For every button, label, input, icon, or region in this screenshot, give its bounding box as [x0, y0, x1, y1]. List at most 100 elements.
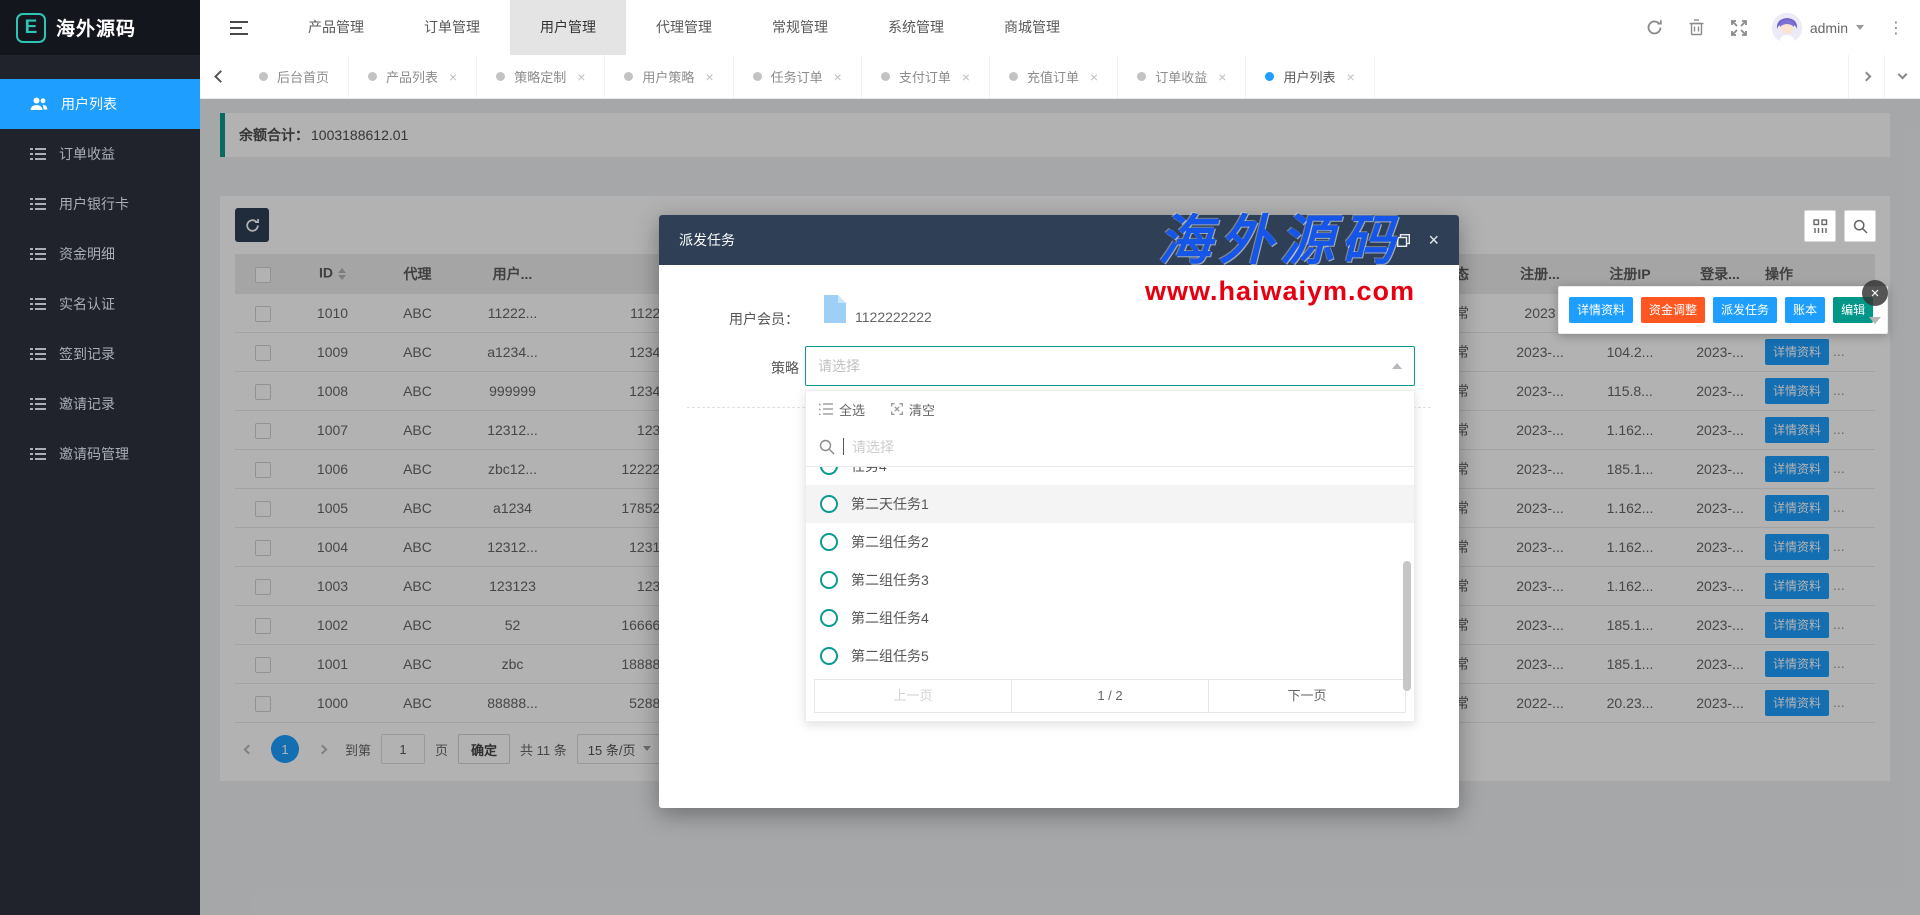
nav-item[interactable]: 商城管理 — [974, 0, 1090, 55]
sidebar-item[interactable]: 用户银行卡 — [0, 179, 200, 229]
tab-close-icon[interactable]: × — [449, 69, 457, 85]
app-logo: E 海外源码 — [0, 0, 200, 55]
radio-icon — [820, 533, 838, 551]
radio-icon — [820, 609, 838, 627]
dropdown-toolbar: 全选 清空 — [806, 391, 1414, 427]
chevron-down-icon — [1856, 25, 1864, 34]
tabs-menu-icon[interactable] — [1884, 55, 1920, 98]
dropdown-option[interactable]: 任务4 — [806, 467, 1414, 485]
tab-close-icon[interactable]: × — [1090, 69, 1098, 85]
member-label: 用户会员： — [714, 309, 799, 329]
trash-icon[interactable] — [1688, 19, 1706, 37]
sidebar-item-label: 用户列表 — [61, 94, 117, 114]
sidebar-item[interactable]: 订单收益 — [0, 129, 200, 179]
select-all-button[interactable]: 全选 — [819, 400, 865, 419]
sidebar-item[interactable]: 邀请码管理 — [0, 429, 200, 479]
tabs: 后台首页产品列表×策略定制×用户策略×任务订单×支付订单×充值订单×订单收益×用… — [240, 55, 1848, 98]
text-cursor — [843, 438, 844, 455]
nav-item[interactable]: 用户管理 — [510, 0, 626, 55]
refresh-icon[interactable] — [1646, 19, 1664, 37]
row-action-button[interactable]: 资金调整 — [1641, 297, 1705, 323]
sidebar-item[interactable]: 邀请记录 — [0, 379, 200, 429]
tab[interactable]: 用户策略× — [605, 55, 733, 98]
tab-dot-icon — [259, 72, 268, 81]
modal-title: 派发任务 — [679, 230, 735, 250]
sidebar-item-label: 签到记录 — [59, 344, 115, 364]
tab-close-icon[interactable]: × — [1218, 69, 1226, 85]
chevron-up-icon — [1392, 358, 1402, 369]
nav-item[interactable]: 订单管理 — [394, 0, 510, 55]
radio-icon — [820, 495, 838, 513]
sidebar-item-label: 用户银行卡 — [59, 194, 129, 214]
modal-close-icon[interactable]: × — [1428, 231, 1439, 249]
columns-icon[interactable] — [1804, 210, 1836, 242]
nav-item[interactable]: 代理管理 — [626, 0, 742, 55]
modal-maximize-icon[interactable] — [1397, 234, 1410, 247]
option-label: 第二天任务1 — [851, 494, 929, 514]
tab-dot-icon — [881, 72, 890, 81]
sidebar-item[interactable]: 用户列表 — [0, 79, 200, 129]
fullscreen-icon[interactable] — [1730, 19, 1748, 37]
option-label: 第二组任务3 — [851, 570, 929, 590]
tab-close-icon[interactable]: × — [962, 69, 970, 85]
dropdown-option[interactable]: 第二组任务2 — [806, 523, 1414, 561]
logo-icon: E — [16, 13, 46, 43]
dropdown-options: 任务4 第二天任务1 第二组任务2 第二组任务3 第二组任务4第二组任务5 — [806, 467, 1414, 679]
select-placeholder: 请选择 — [818, 356, 860, 376]
tab[interactable]: 充值订单 × — [990, 55, 1118, 98]
modal-header: 派发任务 × — [659, 215, 1459, 265]
tab[interactable]: 产品列表 × — [349, 55, 477, 98]
more-menu-icon[interactable]: ⋮ — [1888, 18, 1904, 38]
member-value: 1122222222 — [855, 309, 932, 325]
sidebar-item[interactable]: 签到记录 — [0, 329, 200, 379]
tab[interactable]: 用户列表 × — [1246, 55, 1374, 98]
tab-close-icon[interactable]: × — [705, 69, 713, 85]
tab[interactable]: 订单收益× — [1118, 55, 1246, 98]
dropdown-option[interactable]: 第二组任务4 — [806, 599, 1414, 637]
tab-label: 充值订单 — [1027, 67, 1079, 86]
tab-close-icon[interactable]: × — [834, 69, 842, 85]
sidebar-item-label: 邀请记录 — [59, 394, 115, 414]
tab[interactable]: 后台首页 — [240, 55, 349, 98]
nav-item[interactable]: 产品管理 — [278, 0, 394, 55]
row-action-button[interactable]: 详情资料 — [1569, 297, 1633, 323]
popup-close-icon[interactable]: × — [1862, 280, 1888, 306]
tab[interactable]: 策略定制 × — [477, 55, 605, 98]
dropdown-option[interactable]: 第二天任务1 — [806, 485, 1414, 523]
user-menu[interactable]: admin — [1772, 13, 1864, 43]
tab-close-icon[interactable]: × — [577, 69, 585, 85]
header-right: admin ⋮ — [1646, 0, 1920, 55]
tab-label: 产品列表 — [386, 67, 438, 86]
nav-item[interactable]: 系统管理 — [858, 0, 974, 55]
dropdown-next-button[interactable]: 下一页 — [1208, 680, 1405, 712]
clear-label: 清空 — [909, 400, 935, 419]
app-title: 海外源码 — [56, 14, 136, 41]
dropdown-prev-button[interactable]: 上一页 — [815, 680, 1011, 712]
search-placeholder: 请选择 — [852, 437, 894, 457]
dropdown-option[interactable]: 第二组任务5 — [806, 637, 1414, 675]
sidebar-collapse-icon[interactable] — [200, 0, 278, 55]
sidebar-item-label: 实名认证 — [59, 294, 115, 314]
tab-label: 用户列表 — [1283, 67, 1335, 86]
tab-dot-icon — [1265, 72, 1274, 81]
strategy-select[interactable]: 请选择 — [805, 346, 1415, 386]
search-icon[interactable] — [1844, 210, 1876, 242]
option-label: 任务4 — [851, 467, 887, 476]
tabs-scroll-right-icon[interactable] — [1848, 55, 1884, 98]
clear-button[interactable]: 清空 — [891, 400, 935, 419]
row-action-button[interactable]: 派发任务 — [1713, 297, 1777, 323]
top-nav: 产品管理订单管理用户管理代理管理常规管理系统管理商城管理 admin ⋮ — [200, 0, 1920, 55]
tab[interactable]: 支付订单× — [862, 55, 990, 98]
tab-label: 策略定制 — [514, 67, 566, 86]
nav-item[interactable]: 常规管理 — [742, 0, 858, 55]
dropdown-option[interactable]: 第二组任务3 — [806, 561, 1414, 599]
tab-close-icon[interactable]: × — [1346, 69, 1354, 85]
table-toolbar-icons — [1804, 210, 1876, 242]
sidebar-item[interactable]: 实名认证 — [0, 279, 200, 329]
tab[interactable]: 任务订单× — [734, 55, 862, 98]
tabs-scroll-left-icon[interactable] — [200, 55, 240, 98]
row-action-button[interactable]: 账本 — [1785, 297, 1825, 323]
scrollbar-thumb[interactable] — [1403, 561, 1411, 691]
sidebar-item[interactable]: 资金明细 — [0, 229, 200, 279]
dropdown-search-input[interactable]: 请选择 — [806, 427, 1414, 467]
